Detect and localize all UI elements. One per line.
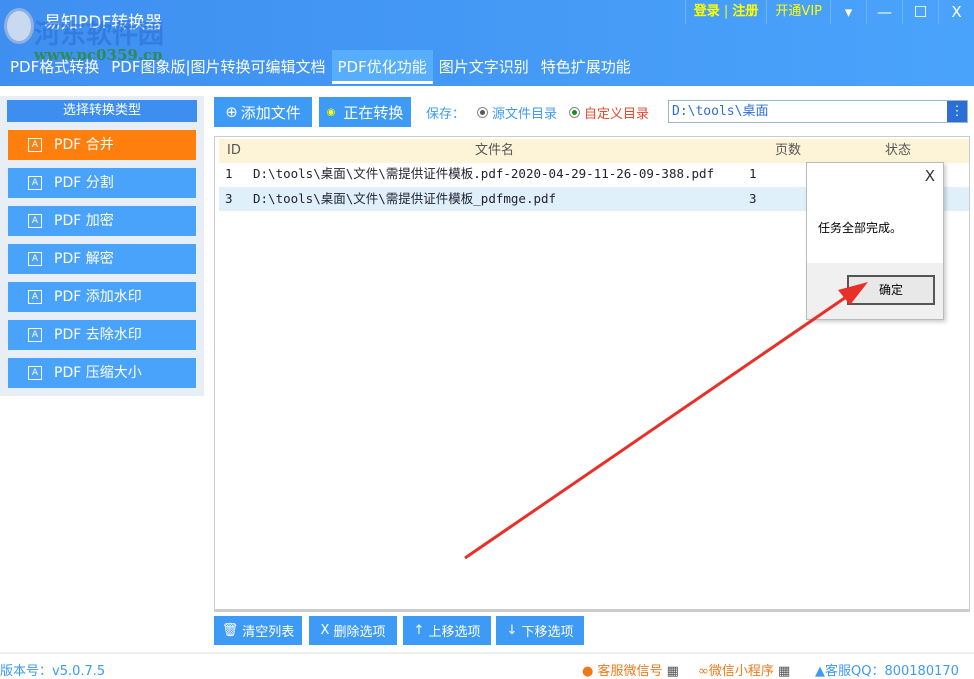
annotation-arrow (464, 282, 868, 560)
